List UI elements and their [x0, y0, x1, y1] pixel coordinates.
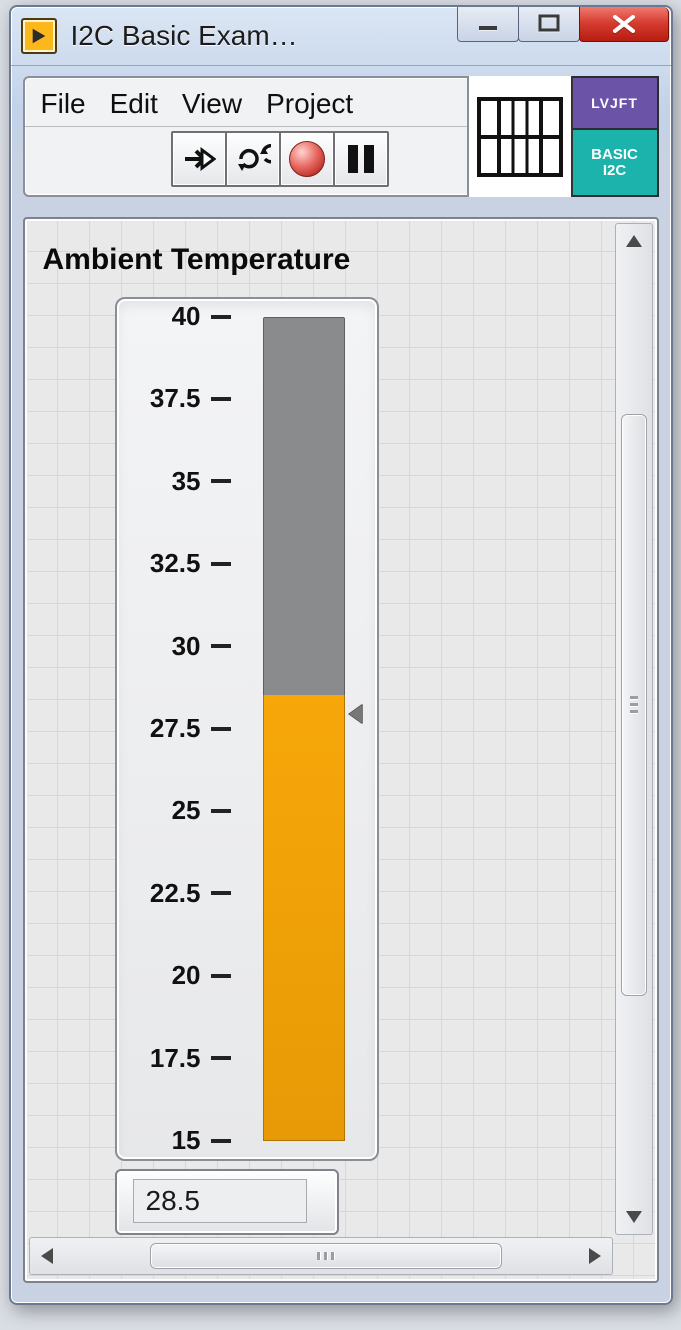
- tank-tick: 35: [129, 466, 231, 497]
- menu-toolbar-strip: File Edit View Project: [23, 76, 659, 197]
- pause-icon: [348, 145, 374, 173]
- stop-icon: [289, 141, 325, 177]
- title-bar[interactable]: I2C Basic Exam…: [11, 7, 671, 66]
- run-continuously-button[interactable]: [225, 131, 281, 187]
- run-button[interactable]: [171, 131, 227, 187]
- vi-badge-top[interactable]: LVJFT: [573, 76, 659, 130]
- indicator-label: Ambient Temperature: [43, 243, 351, 277]
- minimize-button[interactable]: [457, 7, 519, 42]
- icon-connector-pane: LVJFT BASIC I2C: [467, 76, 659, 197]
- window-frame: I2C Basic Exam… File Edit View Project: [9, 5, 673, 1305]
- tank-tick: 17.5: [129, 1043, 231, 1074]
- menu-project[interactable]: Project: [266, 88, 353, 120]
- scroll-left-icon[interactable]: [32, 1238, 62, 1274]
- scroll-right-icon[interactable]: [580, 1238, 610, 1274]
- menu-view[interactable]: View: [182, 88, 242, 120]
- window-title: I2C Basic Exam…: [71, 20, 458, 52]
- tank-indicator: 40 37.5 35 32.5 30 27.5 25 22.5 20 17.5 15: [115, 297, 379, 1161]
- abort-button[interactable]: [279, 131, 335, 187]
- tank-tick: 15: [129, 1125, 231, 1156]
- vertical-scroll-thumb[interactable]: [621, 414, 647, 996]
- scroll-down-icon[interactable]: [616, 1202, 652, 1232]
- tank-tick: 30: [129, 631, 231, 662]
- front-panel[interactable]: Ambient Temperature 40 37.5 35 32.5 30 27.5 25…: [23, 217, 659, 1283]
- tank-value-marker-icon: [349, 704, 363, 724]
- tank-tube: [263, 317, 345, 1141]
- tank-tick: 20: [129, 960, 231, 991]
- tank-tick: 40: [129, 301, 231, 332]
- maximize-button[interactable]: [518, 7, 580, 42]
- menu-file[interactable]: File: [41, 88, 86, 120]
- pause-button[interactable]: [333, 131, 389, 187]
- tank-tick: 25: [129, 795, 231, 826]
- connector-pane-icon[interactable]: [469, 76, 573, 197]
- tank-fill: [263, 695, 345, 1141]
- close-button[interactable]: [579, 7, 669, 42]
- horizontal-scroll-thumb[interactable]: [150, 1243, 502, 1269]
- vertical-scrollbar[interactable]: [615, 223, 653, 1235]
- menu-edit[interactable]: Edit: [110, 88, 158, 120]
- tank-tick: 37.5: [129, 383, 231, 414]
- horizontal-scrollbar[interactable]: [29, 1237, 613, 1275]
- scroll-up-icon[interactable]: [616, 226, 652, 256]
- labview-app-icon: [21, 18, 57, 54]
- tank-tick: 32.5: [129, 548, 231, 579]
- digital-display-value[interactable]: 28.5: [133, 1179, 307, 1223]
- tank-tick: 22.5: [129, 878, 231, 909]
- digital-display: 28.5: [115, 1169, 339, 1235]
- tank-tick: 27.5: [129, 713, 231, 744]
- vi-badge-bottom[interactable]: BASIC I2C: [573, 130, 659, 197]
